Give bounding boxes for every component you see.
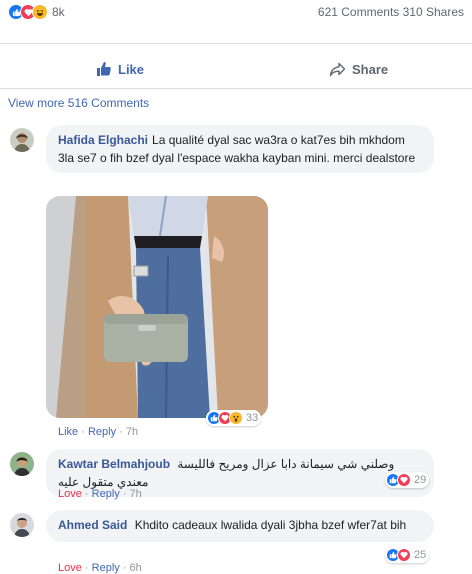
comment-author[interactable]: Ahmed Said <box>58 518 127 532</box>
avatar[interactable] <box>10 452 34 476</box>
reaction-count[interactable]: 8k <box>52 5 65 19</box>
share-arrow-icon <box>329 62 346 76</box>
share-label: Share <box>352 61 389 77</box>
love-icon <box>397 473 411 487</box>
love-icon <box>397 548 411 562</box>
reaction-count: 29 <box>414 474 427 486</box>
reaction-count: 25 <box>414 549 427 561</box>
comments-shares-count[interactable]: 621 Comments 310 Shares <box>318 5 464 19</box>
comment-reactions[interactable]: 25 <box>385 547 430 563</box>
comment-bubble: Hafida Elghachi La qualité dyal sac wa3ra… <box>46 125 434 173</box>
comment-bubble: Ahmed Said Khdito cadeaux lwalida dyali … <box>46 510 434 542</box>
comment-reactions[interactable]: 29 <box>385 472 430 488</box>
reply-link[interactable]: Reply <box>88 426 116 438</box>
comment-time[interactable]: 7h <box>130 488 142 500</box>
love-link[interactable]: Love <box>58 488 82 500</box>
divider <box>0 88 472 89</box>
reaction-summary[interactable]: 8k <box>8 4 65 20</box>
like-link[interactable]: Like <box>58 426 78 438</box>
haha-icon <box>32 4 48 20</box>
love-link[interactable]: Love <box>58 562 82 574</box>
comment-actions: Love · Reply · 7h <box>58 488 142 500</box>
comment-author[interactable]: Kawtar Belmahjoub <box>58 457 170 471</box>
like-label: Like <box>118 61 145 77</box>
comment-time[interactable]: 7h <box>126 426 138 438</box>
reaction-count: 33 <box>246 412 259 424</box>
thumbs-up-icon <box>97 62 111 76</box>
comment-text: Khdito cadeaux lwalida dyali 3jbha bzef … <box>134 518 407 532</box>
comment-photo[interactable] <box>46 196 268 418</box>
comment-actions: Love · Reply · 6h <box>58 562 142 574</box>
comment-actions: Like · Reply · 7h <box>58 426 139 438</box>
share-button[interactable]: Share <box>329 59 388 79</box>
view-more-comments-link[interactable]: View more 516 Comments <box>8 96 149 110</box>
comment-reactions[interactable]: 33 <box>206 410 262 426</box>
reply-link[interactable]: Reply <box>92 488 120 500</box>
comment-time[interactable]: 6h <box>130 562 142 574</box>
wow-icon <box>229 411 243 425</box>
divider <box>0 43 472 44</box>
avatar[interactable] <box>10 128 34 152</box>
avatar[interactable] <box>10 513 34 537</box>
reply-link[interactable]: Reply <box>92 562 120 574</box>
like-button[interactable]: Like <box>96 59 144 79</box>
comment-author[interactable]: Hafida Elghachi <box>58 133 148 147</box>
